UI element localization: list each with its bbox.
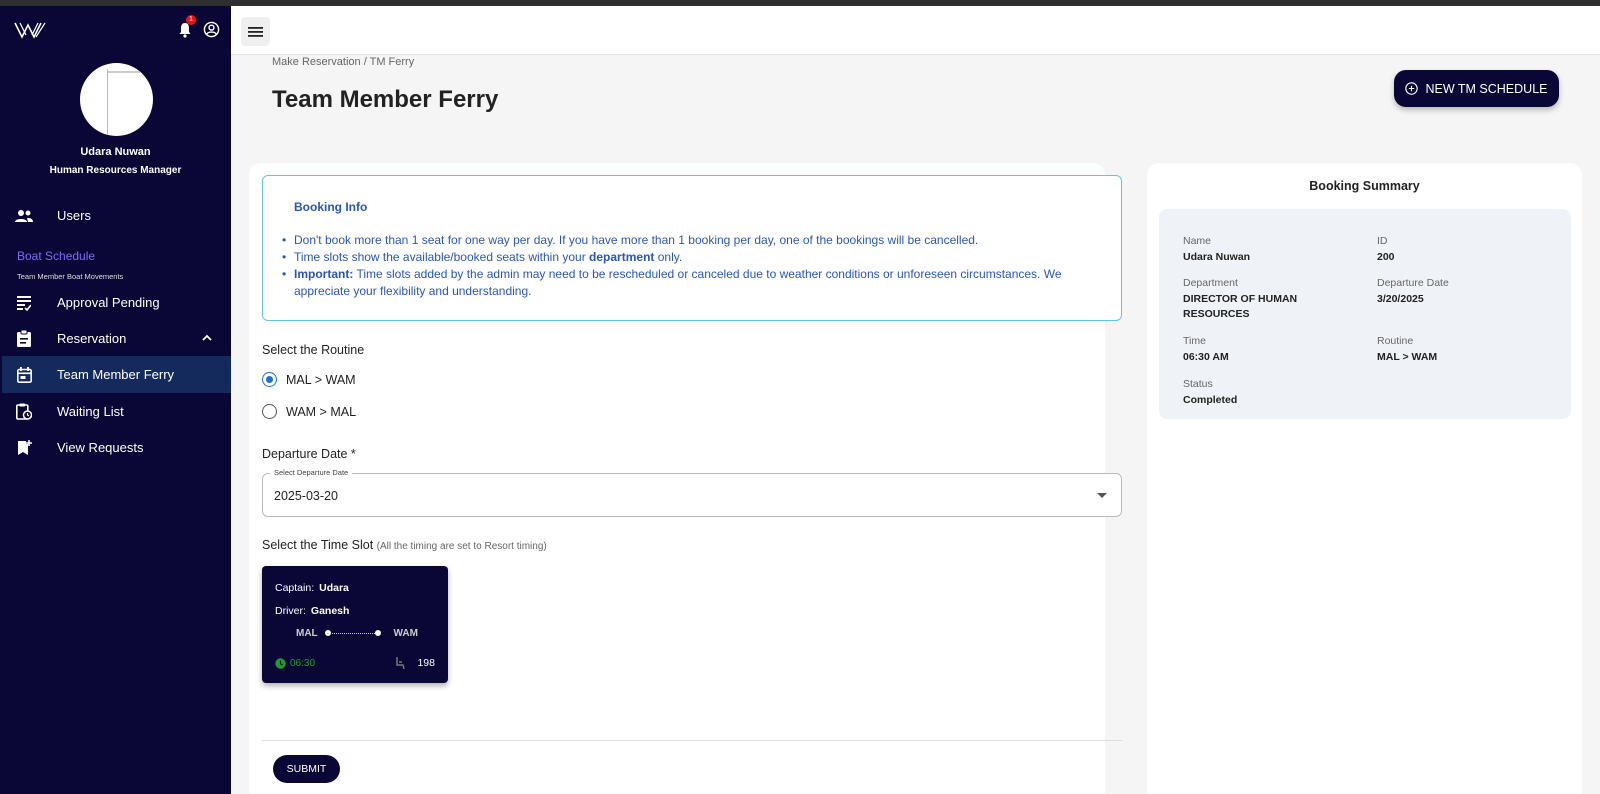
user-role: Human Resources Manager	[49, 165, 182, 176]
routine-label: Select the Routine	[262, 343, 365, 357]
booking-info-box: Booking Info Don't book more than 1 seat…	[262, 175, 1122, 321]
app-bar	[231, 6, 1600, 55]
clipboard-clock-icon	[15, 403, 33, 421]
new-tm-schedule-button[interactable]: NEW TM SCHEDULE	[1394, 70, 1559, 107]
route-line	[327, 633, 377, 634]
slot-route: MAL WAM	[296, 628, 418, 642]
summary-department: Department DIRECTOR OF HUMAN RESOURCES	[1183, 277, 1298, 320]
slot-time: 06:30	[275, 658, 315, 669]
breadcrumb: Make Reservation / TM Ferry	[272, 56, 415, 68]
page-title: Team Member Ferry	[272, 86, 499, 113]
users-icon	[15, 207, 33, 225]
radio-selected[interactable]	[262, 372, 277, 387]
timeslot-hint: (All the timing are set to Resort timing…	[376, 541, 547, 552]
slot-driver: Driver: Ganesh	[275, 605, 350, 617]
departure-date-select[interactable]: Select Departure Date 2025-03-20	[262, 468, 1122, 517]
sidebar-item-waiting-list[interactable]: Waiting List	[2, 393, 231, 430]
summary-id: ID 200	[1377, 235, 1395, 263]
routine-option-wam-mal[interactable]: WAM > MAL	[262, 404, 356, 419]
departure-date-legend: Select Departure Date	[270, 468, 353, 477]
form-divider	[262, 740, 1122, 741]
menu-toggle-button[interactable]	[241, 17, 270, 46]
section-subtitle: Team Member Boat Movements	[17, 272, 124, 281]
calendar-icon	[15, 366, 33, 384]
summary-time: Time 06:30 AM	[1183, 335, 1229, 363]
list-item: Time slots show the available/booked sea…	[282, 249, 1102, 266]
checklist-icon	[15, 294, 33, 312]
notification-badge: 1	[186, 15, 196, 25]
bookmark-add-icon	[15, 439, 33, 457]
clipboard-icon	[15, 330, 33, 348]
summary-name: Name Udara Nuwan	[1183, 235, 1251, 263]
slot-captain: Captain: Udara	[275, 582, 349, 594]
booking-summary-card: Booking Summary Name Udara Nuwan ID 200 De…	[1147, 163, 1582, 794]
booking-info-title: Booking Info	[294, 200, 368, 214]
booking-info-list: Don't book more than 1 seat for one way …	[282, 232, 1102, 300]
sidebar-item-approval-pending[interactable]: Approval Pending	[2, 284, 231, 321]
route-end-dot	[375, 630, 381, 636]
list-item: Don't book more than 1 seat for one way …	[282, 232, 1102, 249]
sidebar-item-label: Approval Pending	[57, 295, 160, 310]
radio-unselected[interactable]	[262, 404, 277, 419]
avatar	[80, 63, 153, 136]
route-to: WAM	[393, 628, 418, 639]
routine-option-mal-wam[interactable]: MAL > WAM	[262, 372, 356, 387]
timeslot-label: Select the Time Slot (All the timing are…	[262, 538, 547, 552]
section-title-boat-schedule[interactable]: Boat Schedule	[17, 249, 95, 263]
booking-summary-title: Booking Summary	[1309, 179, 1420, 193]
clock-icon	[275, 658, 286, 669]
time-slot-card[interactable]: Captain: Udara Driver: Ganesh MAL WAM 06:3…	[262, 566, 448, 683]
sidebar-item-label: Waiting List	[57, 404, 124, 419]
submit-button[interactable]: SUBMIT	[273, 755, 340, 783]
dropdown-caret-icon[interactable]	[1097, 493, 1107, 498]
sidebar-item-label: Reservation	[57, 331, 127, 346]
list-item: Important: Time slots added by the admin…	[282, 266, 1102, 300]
sidebar-item-view-requests[interactable]: View Requests	[2, 429, 231, 466]
summary-status: Status Completed	[1183, 378, 1238, 406]
new-tm-schedule-label: NEW TM SCHEDULE	[1425, 81, 1548, 96]
summary-departure-date: Departure Date 3/20/2025	[1377, 277, 1449, 305]
sidebar-item-label: Users	[57, 208, 91, 223]
sidebar-item-users[interactable]: Users	[2, 197, 231, 234]
chevron-up-icon[interactable]	[201, 332, 213, 344]
seat-icon	[396, 657, 406, 669]
sidebar-item-team-member-ferry[interactable]: Team Member Ferry	[2, 356, 231, 393]
account-circle-icon[interactable]	[203, 21, 220, 38]
user-name: Udara Nuwan	[80, 146, 151, 158]
sidebar-item-reservation[interactable]: Reservation	[2, 320, 231, 357]
hamburger-menu-icon	[248, 26, 263, 37]
booking-summary-details: Name Udara Nuwan ID 200 Department DIRECTOR…	[1159, 209, 1571, 419]
route-from: MAL	[296, 628, 318, 639]
summary-routine: Routine MAL > WAM	[1377, 335, 1438, 363]
departure-date-label: Departure Date *	[262, 447, 356, 461]
sidebar: 1 Udara Nuwan Human Resources Manager Us…	[0, 6, 231, 794]
slot-seats: 198	[396, 657, 435, 669]
brand-logo	[14, 22, 46, 39]
sidebar-item-label: Team Member Ferry	[57, 367, 175, 382]
add-circle-icon	[1405, 82, 1419, 95]
departure-date-value: 2025-03-20	[274, 489, 338, 503]
sidebar-item-label: View Requests	[57, 440, 144, 455]
